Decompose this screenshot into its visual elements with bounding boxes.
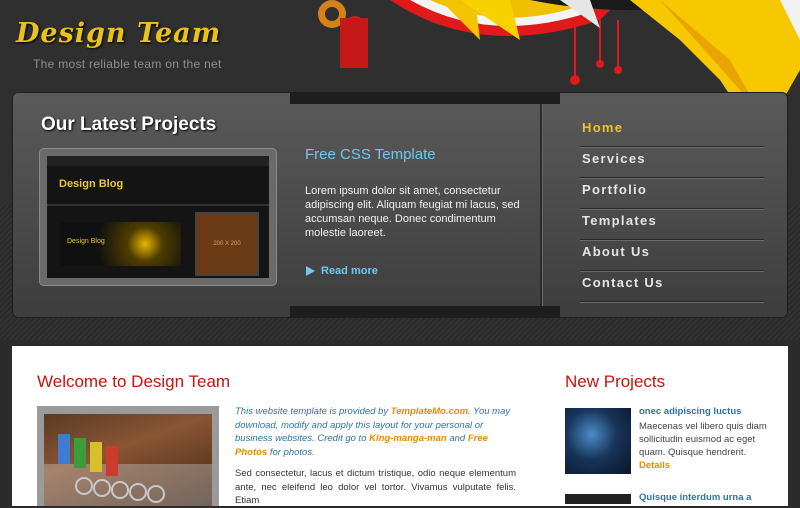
read-more-link[interactable]: Read more	[306, 265, 378, 277]
project-details-link[interactable]: Details	[639, 460, 670, 471]
featured-text: Lorem ipsum dolor sit amet, consectetur …	[305, 185, 520, 239]
menu-item-services[interactable]: Services	[580, 147, 764, 178]
menu-item-about-us[interactable]: About Us	[580, 240, 764, 271]
welcome-intro: This website template is provided by Tem…	[235, 405, 516, 459]
play-arrow-icon	[306, 266, 315, 276]
welcome-body: Sed consectetur, lacus et dictum tristiq…	[235, 468, 516, 506]
menu-item-templates[interactable]: Templates	[580, 209, 764, 240]
templatemo-link[interactable]: TemplateMo.com	[391, 406, 468, 417]
welcome-heading: Welcome to Design Team	[37, 372, 231, 391]
menu-item-home[interactable]: Home	[580, 116, 764, 147]
binder-clips-illustration	[44, 434, 212, 506]
featured-title[interactable]: Free CSS Template	[305, 146, 436, 163]
latest-projects-heading: Our Latest Projects	[41, 114, 217, 135]
thumbnail-box: 200 X 200	[195, 212, 259, 276]
main-menu: Home Services Portfolio Templates About …	[580, 116, 764, 302]
site-logo-title[interactable]: Design Team	[16, 18, 221, 49]
menu-item-contact-us[interactable]: Contact Us	[580, 271, 764, 302]
thumbnail-nav	[47, 156, 269, 166]
binder-clips-image	[44, 414, 212, 506]
intro-text-1: This website template is provided by	[235, 406, 391, 417]
panel-notch-bottom	[290, 306, 560, 318]
panel-divider	[540, 104, 543, 306]
intro-text-4: for photos.	[267, 446, 315, 458]
project-image-circuit[interactable]	[565, 408, 631, 474]
intro-text-3: and	[446, 433, 468, 444]
thumbnail-bar	[47, 204, 269, 206]
project-thumbnail[interactable]: Design Blog Design Blog 200 X 200	[39, 148, 277, 286]
project-image-2[interactable]	[565, 494, 631, 504]
project-description: Maecenas vel libero quis diam sollicitud…	[639, 421, 767, 458]
project-title[interactable]: onec adipiscing luctus	[639, 406, 741, 417]
thumbnail-logo: Design Blog	[59, 178, 124, 190]
site-tagline: The most reliable team on the net	[33, 57, 222, 71]
king-manga-man-link[interactable]: King-manga-man	[369, 433, 447, 444]
welcome-photo	[37, 406, 219, 506]
thumbnail-slide-text: Design Blog	[67, 238, 105, 245]
read-more-label: Read more	[321, 265, 378, 277]
new-projects-heading: New Projects	[565, 372, 666, 391]
project-title-2[interactable]: Quisque interdum urna a	[639, 492, 751, 503]
thumbnail-screenshot: Design Blog Design Blog 200 X 200	[47, 156, 269, 278]
menu-item-portfolio[interactable]: Portfolio	[580, 178, 764, 209]
panel-notch-top	[290, 92, 560, 104]
